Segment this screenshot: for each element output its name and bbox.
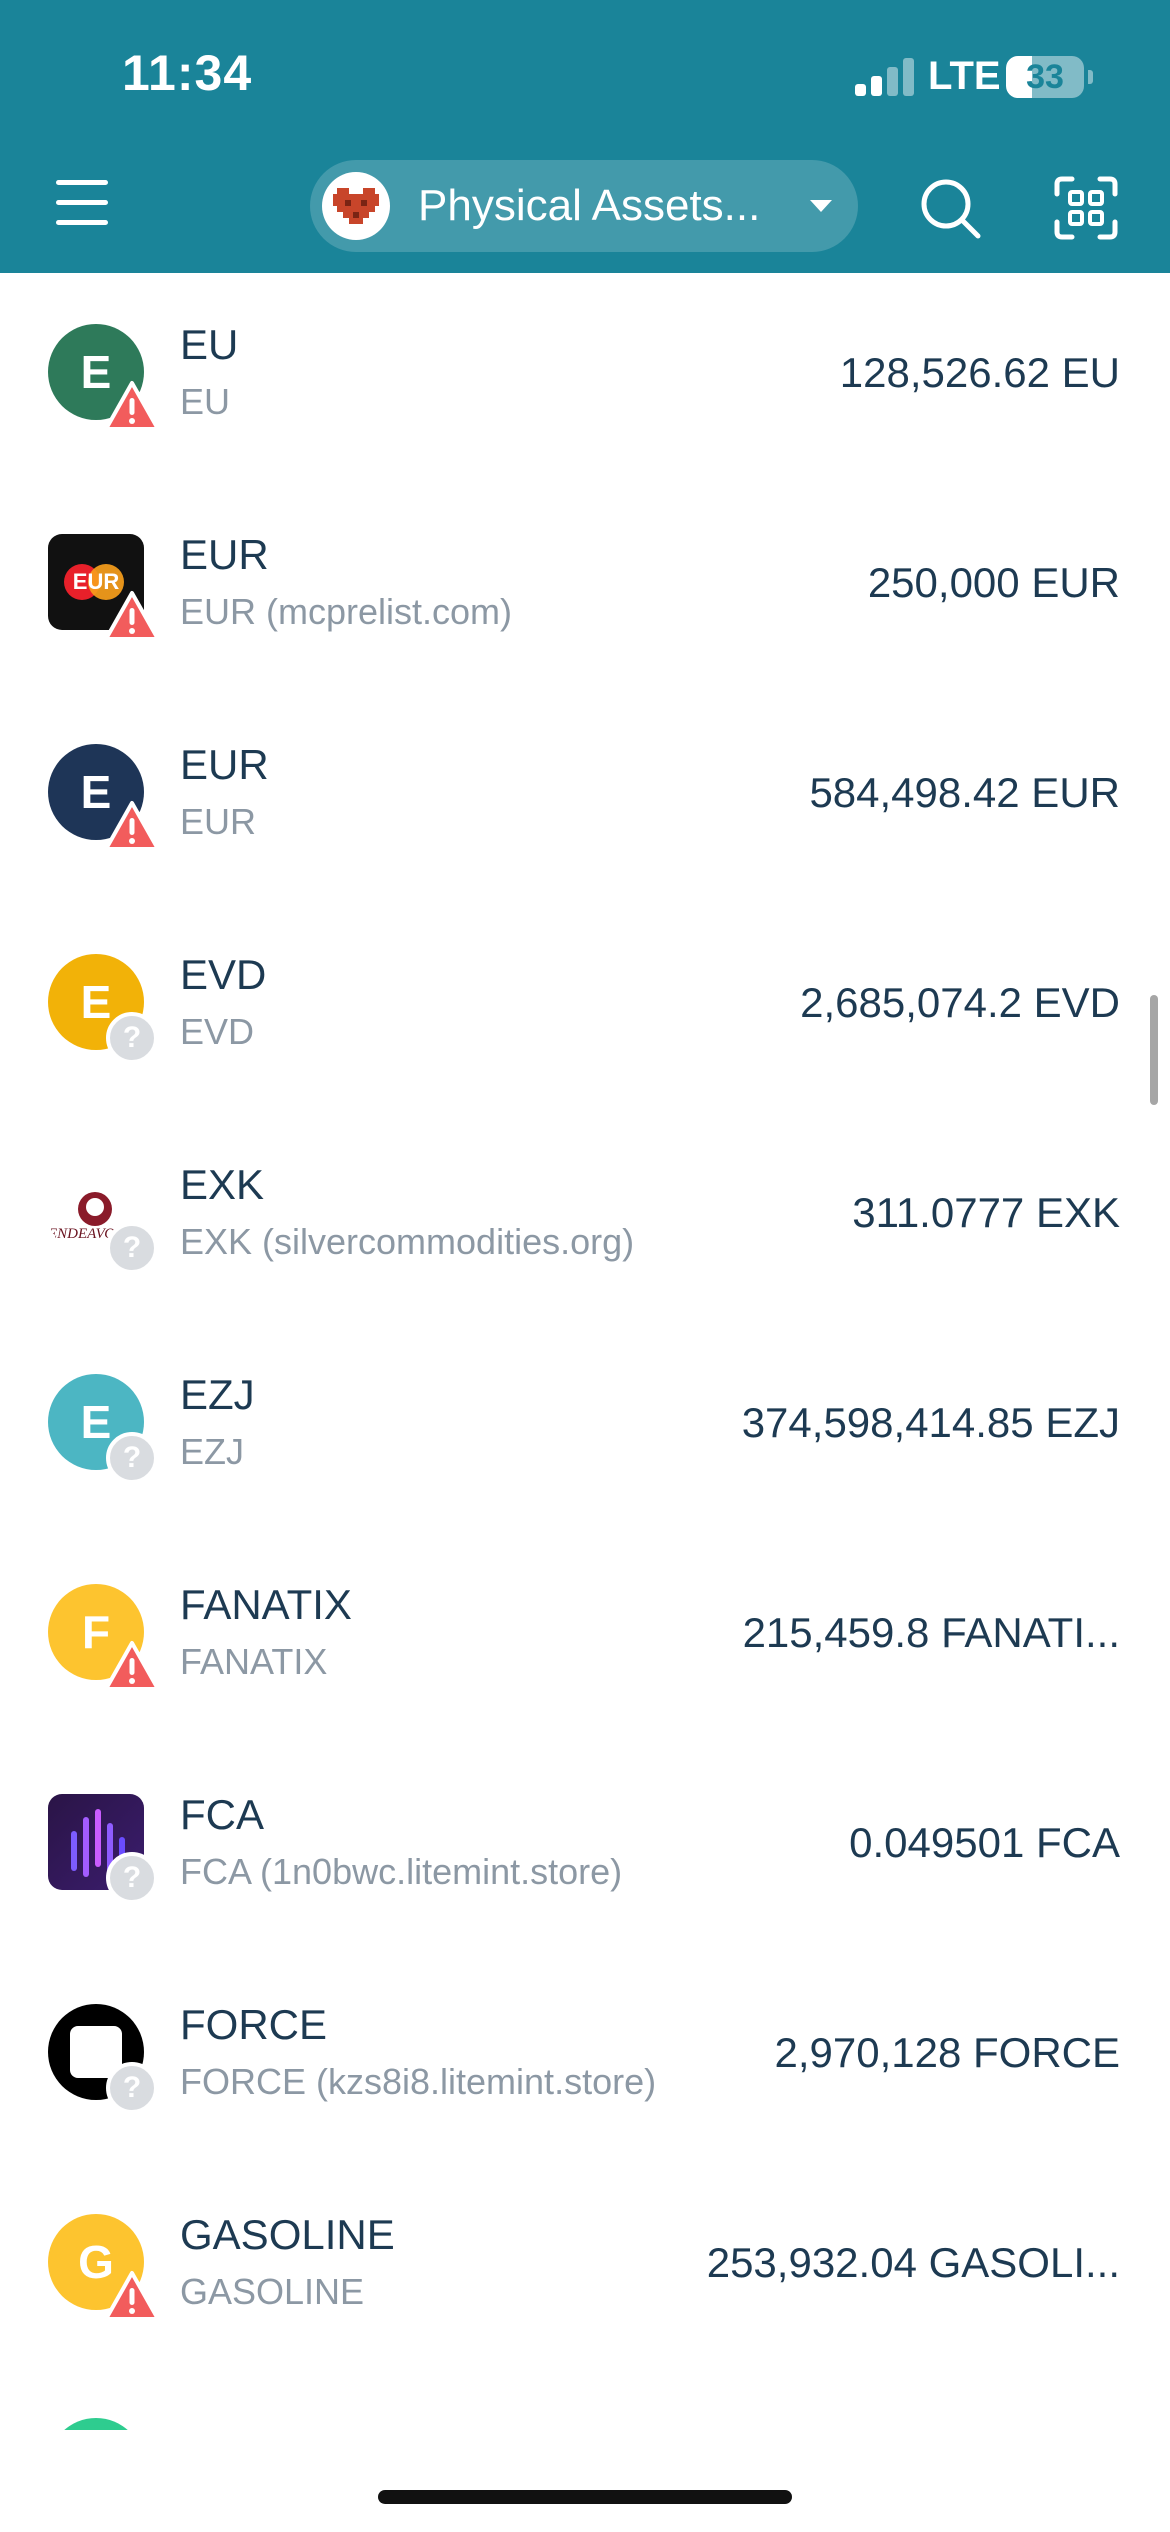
caret-down-icon <box>810 200 832 212</box>
asset-issuer: GASOLINE <box>180 2271 365 2312</box>
asset-row-fca[interactable]: ? FCA FCA (1n0bwc.litemint.store) 0.0495… <box>0 1743 1170 1953</box>
asset-balance: 128,526.62 EU <box>839 349 1120 396</box>
asset-code: FCA <box>180 1791 264 1838</box>
unknown-asset-icon: ? <box>106 1012 158 1064</box>
app-header: 11:34 LTE 33 Physical Assets... <box>0 0 1170 273</box>
asset-code: EZJ <box>180 1371 255 1418</box>
asset-balance: 215,459.8 FANATI... <box>742 1609 1120 1656</box>
asset-issuer: EU <box>180 381 231 422</box>
asset-balance: 584,498.42 EUR <box>809 769 1120 816</box>
asset-code: FORCE <box>180 2001 327 2048</box>
warning-icon <box>104 381 160 431</box>
warning-icon <box>104 801 160 851</box>
warning-icon <box>104 591 160 641</box>
unknown-asset-icon: ? <box>106 2062 158 2114</box>
home-indicator[interactable] <box>378 2490 792 2504</box>
asset-icon-wrap: ? <box>48 2004 158 2114</box>
battery-icon: 33 <box>1006 56 1084 98</box>
asset-code: FANATIX <box>180 1581 352 1628</box>
warning-icon <box>104 2271 160 2321</box>
asset-icon-wrap: F <box>48 1584 160 1691</box>
asset-issuer: FANATIX <box>180 1641 328 1682</box>
asset-issuer: EUR <box>180 801 257 842</box>
asset-issuer: EVD <box>180 1011 255 1052</box>
asset-icon-wrap: G <box>48 2214 160 2321</box>
scrollbar-thumb[interactable] <box>1150 995 1158 1105</box>
unknown-asset-icon: ? <box>106 1852 158 1904</box>
asset-row-gasoline[interactable]: G GASOLINE GASOLINE 253,932.04 GASOLI... <box>0 2163 1170 2373</box>
asset-balance: 253,932.04 GASOLI... <box>706 2239 1120 2286</box>
asset-row-exk[interactable]: ENDEAVO ? EXK EXK (silvercommodities.org… <box>0 1113 1170 1323</box>
asset-row-evd[interactable]: E ? EVD EVD 2,685,074.2 EVD <box>0 903 1170 1113</box>
asset-issuer: FORCE (kzs8i8.litemint.store) <box>180 2061 657 2102</box>
asset-code: EUR <box>180 531 269 578</box>
asset-balance: 250,000 EUR <box>867 559 1120 606</box>
asset-issuer: EZJ <box>180 1431 245 1472</box>
battery-level: 33 <box>1026 58 1064 96</box>
asset-balance: 2,970,128 FORCE <box>774 2029 1120 2076</box>
unknown-asset-icon: ? <box>106 1222 158 1274</box>
search-button[interactable] <box>918 176 982 240</box>
asset-issuer: EXK (silvercommodities.org) <box>180 1221 635 1262</box>
warning-icon <box>104 1641 160 1691</box>
pixel-heart-icon <box>333 188 379 224</box>
asset-row-eur[interactable]: E EUR EUR 584,498.42 EUR <box>0 693 1170 903</box>
network-type: LTE <box>928 54 1001 98</box>
qr-scan-icon <box>1054 176 1118 240</box>
asset-icon-wrap: ? <box>48 1794 158 1904</box>
asset-row-force[interactable]: ? FORCE FORCE (kzs8i8.litemint.store) 2,… <box>0 1953 1170 2163</box>
asset-icon-wrap: E <box>48 744 160 851</box>
hamburger-icon <box>56 180 108 185</box>
asset-issuer: FCA (1n0bwc.litemint.store) <box>180 1851 623 1892</box>
asset-code: EU <box>180 321 239 368</box>
scan-qr-button[interactable] <box>1054 176 1118 240</box>
account-name: Physical Assets... <box>418 181 761 230</box>
account-selector[interactable]: Physical Assets... <box>310 160 858 252</box>
asset-icon-wrap: E ? <box>48 954 158 1064</box>
asset-code: EVD <box>180 951 267 998</box>
asset-row-eur-mcprelist[interactable]: EUR EUR EUR (mcprelist.com) 250,000 EUR <box>0 483 1170 693</box>
asset-icon-wrap: EUR <box>48 534 160 641</box>
battery-nub <box>1088 70 1093 84</box>
asset-issuer: EUR (mcprelist.com) <box>180 591 513 632</box>
asset-row-fanatix[interactable]: F FANATIX FANATIX 215,459.8 FANATI... <box>0 1533 1170 1743</box>
status-time: 11:34 <box>122 45 253 101</box>
asset-icon-wrap: E <box>48 324 160 431</box>
asset-row-eu[interactable]: E EU EU 128,526.62 EU <box>0 273 1170 483</box>
asset-icon-wrap: E ? <box>48 1374 158 1484</box>
asset-icon-wrap: ENDEAVO ? <box>48 1164 158 1274</box>
account-avatar <box>322 172 390 240</box>
cellular-signal-icon <box>855 58 917 96</box>
asset-code: GASOLINE <box>180 2211 395 2258</box>
asset-letter-icon <box>48 2418 144 2430</box>
asset-balance: 374,598,414.85 EZJ <box>741 1399 1120 1446</box>
search-icon <box>921 179 981 239</box>
asset-code: EUR <box>180 741 269 788</box>
unknown-asset-icon: ? <box>106 1432 158 1484</box>
asset-row-ezj[interactable]: E ? EZJ EZJ 374,598,414.85 EZJ <box>0 1323 1170 1533</box>
asset-list[interactable]: E EU EU 128,526.62 EU EUR EUR EUR (mcpre… <box>0 273 1170 2430</box>
asset-balance: 0.049501 FCA <box>849 1819 1120 1866</box>
asset-row-partial[interactable] <box>0 2418 1170 2430</box>
menu-button[interactable] <box>52 176 112 230</box>
asset-code: EXK <box>180 1161 265 1208</box>
asset-balance: 2,685,074.2 EVD <box>800 979 1120 1026</box>
asset-balance: 311.0777 EXK <box>852 1189 1120 1236</box>
